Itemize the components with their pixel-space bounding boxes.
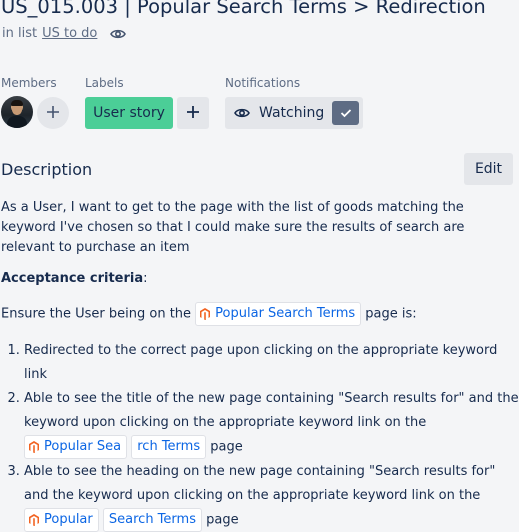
description-heading: Description [1,160,92,179]
watch-label: Watching [259,105,324,121]
link-text: Popular Sea [44,435,121,459]
criteria-list: Redirected to the correct page upon clic… [0,339,519,532]
link-text: rch Terms [137,435,200,459]
popular-search-terms-link[interactable]: Popular Search Terms [195,302,361,326]
list-item-suffix: page [210,440,242,455]
edit-description-button[interactable]: Edit [464,153,513,185]
list-item-text: Able to see the heading on the new page … [24,464,495,503]
watch-button[interactable]: Watching [225,97,363,129]
link-text: Search Terms [109,508,196,532]
check-icon [332,101,359,125]
ensure-prefix: Ensure the User being on the [1,307,191,322]
label-user-story[interactable]: User story [85,97,173,129]
description-paragraph: As a User, I want to get to the page wit… [1,198,513,258]
link-text: Popular Search Terms [215,304,355,324]
popular-search-terms-link-cont[interactable]: Search Terms [103,508,202,532]
eye-icon [110,28,126,40]
add-member-button[interactable] [37,97,69,129]
ensure-suffix: page is: [365,307,416,322]
member-avatar[interactable] [1,96,33,128]
list-item-suffix: page [206,512,238,527]
list-item-text: Redirected to the correct page upon clic… [24,343,497,382]
list-item-text: Able to see the title of the new page co… [24,391,519,430]
popular-search-terms-link-cont[interactable]: rch Terms [131,435,206,459]
list-item: Able to see the heading on the new page … [24,460,519,532]
plus-icon [46,104,60,123]
list-item: Redirected to the correct page upon clic… [24,339,519,387]
labels-heading: Labels [85,76,124,90]
notifications-heading: Notifications [225,76,300,90]
card-list-info: in list US to do [2,26,126,41]
magento-logo-icon [29,514,39,526]
plus-icon [186,104,200,123]
in-list-prefix: in list [2,26,37,41]
criteria-colon: : [143,271,147,286]
ensure-line: Ensure the User being on the Popular Sea… [1,302,513,326]
link-text: Popular [44,508,93,532]
list-item: Able to see the title of the new page co… [24,387,519,460]
add-label-button[interactable] [177,97,209,129]
members-heading: Members [1,76,57,90]
popular-search-terms-link[interactable]: Popular Sea [24,435,127,459]
criteria-title: Acceptance criteria [1,271,143,286]
eye-icon [234,107,250,119]
acceptance-criteria-heading: Acceptance criteria: [1,269,513,289]
card-title[interactable]: US_015.003 | Popular Search Terms > Redi… [1,0,486,18]
magento-logo-icon [29,441,39,453]
list-link[interactable]: US to do [42,26,97,41]
popular-search-terms-link[interactable]: Popular [24,508,99,532]
magento-logo-icon [200,308,210,320]
